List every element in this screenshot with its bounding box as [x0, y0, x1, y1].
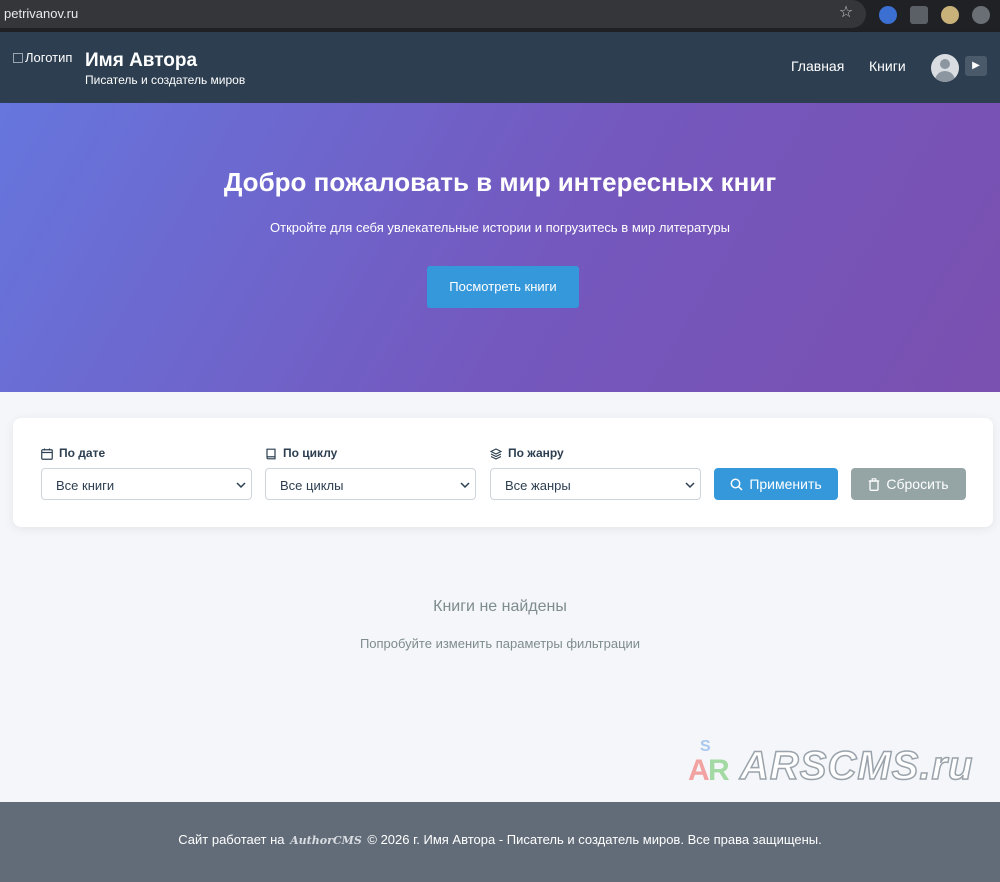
reset-filters-button[interactable]: Сбросить [851, 468, 966, 500]
footer-suffix: © 2026 г. Имя Автора - Писатель и создат… [367, 832, 822, 847]
address-bar-url: petrivanov.ru [4, 6, 79, 21]
filter-cycle-label: По циклу [265, 446, 337, 460]
nav-home-link[interactable]: Главная [791, 58, 844, 74]
broken-image-icon [13, 53, 23, 63]
footer-prefix: Сайт работает на [178, 832, 285, 847]
site-logo[interactable]: Логотип [13, 50, 72, 65]
watermark-text: ARSCMS.ru [739, 743, 974, 789]
filter-date-label: По дате [41, 446, 105, 460]
genre-select-value: Все жанры [505, 478, 571, 493]
filter-date-label-text: По дате [59, 446, 106, 460]
nav-books-link[interactable]: Книги [869, 58, 906, 74]
hero-banner: Добро пожаловать в мир интересных книг О… [0, 103, 1000, 392]
filter-cycle-label-text: По циклу [283, 446, 338, 460]
chevron-down-icon [460, 482, 470, 489]
book-icon [266, 448, 276, 460]
calendar-icon [41, 448, 53, 460]
filter-genre-label-text: По жанру [508, 446, 564, 460]
reset-filters-label: Сбросить [886, 476, 949, 492]
address-bar[interactable]: petrivanov.ru ☆ [0, 0, 866, 28]
layers-icon [489, 448, 503, 460]
search-icon [730, 478, 743, 491]
logo-alt-text: Логотип [25, 50, 73, 65]
user-avatar-icon[interactable] [931, 54, 959, 82]
hero-subtitle: Откройте для себя увлекательные истории … [270, 220, 730, 235]
cycle-select-value: Все циклы [280, 478, 344, 493]
apply-filters-label: Применить [749, 476, 822, 492]
apply-filters-button[interactable]: Применить [714, 468, 838, 500]
date-select-value: Все книги [56, 478, 115, 493]
filter-genre-label: По жанру [489, 446, 564, 460]
hero-title: Добро пожаловать в мир интересных книг [223, 167, 777, 197]
extension-icon[interactable] [941, 6, 959, 24]
genre-select[interactable]: Все жанры [490, 468, 701, 500]
watermark-letter: A [688, 754, 710, 787]
date-select[interactable]: Все книги [41, 468, 252, 500]
filter-panel: По дате Все книги По циклу Все циклы По … [13, 418, 993, 527]
watermark-letter: R [708, 754, 730, 787]
footer-copyright: Сайт работает на AuthorCMS © 2026 г. Имя… [0, 832, 1000, 847]
site-title[interactable]: Имя Автора [85, 50, 197, 72]
empty-state-subtitle: Попробуйте изменить параметры фильтрации [359, 636, 641, 651]
site-header: Логотип Имя Автора Писатель и создатель … [0, 32, 1000, 103]
trash-icon [869, 478, 880, 491]
site-footer: Сайт работает на AuthorCMS © 2026 г. Имя… [0, 802, 1000, 882]
footer-brand-link[interactable]: AuthorCMS [290, 834, 362, 847]
browser-toolbar: petrivanov.ru ☆ [0, 0, 1000, 32]
play-arrow-icon[interactable]: ▶ [965, 56, 987, 76]
bookmark-star-icon[interactable]: ☆ [837, 4, 855, 22]
extension-icon[interactable] [879, 6, 897, 24]
site-tagline: Писатель и создатель миров [85, 73, 246, 87]
watermark-logo: S A R ARSCMS.ru [686, 738, 986, 790]
chevron-down-icon [685, 482, 695, 489]
view-books-button[interactable]: Посмотреть книги [427, 266, 579, 308]
extension-icon[interactable] [910, 6, 928, 24]
chevron-down-icon [236, 482, 246, 489]
cycle-select[interactable]: Все циклы [265, 468, 476, 500]
profile-icon[interactable] [972, 6, 990, 24]
empty-state-title: Книги не найдены [433, 598, 567, 615]
